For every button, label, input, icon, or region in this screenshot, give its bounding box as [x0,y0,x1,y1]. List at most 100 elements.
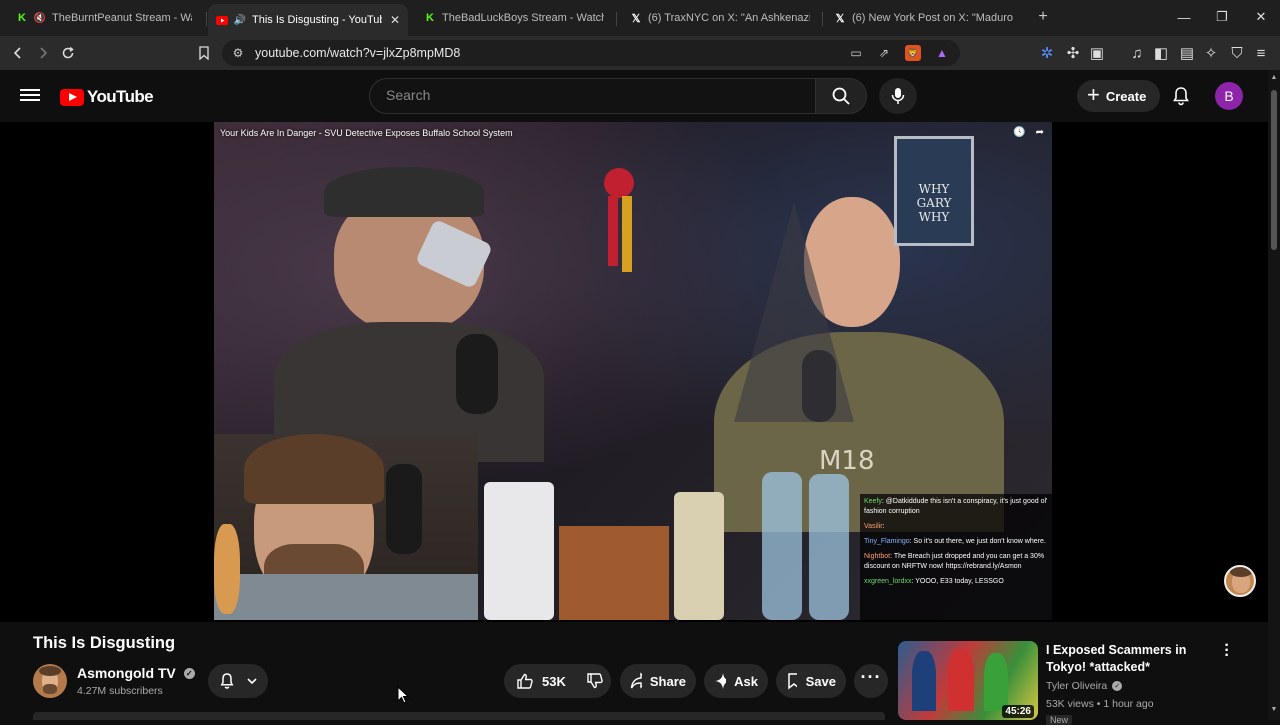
chat-message: xxgreen_lordxx: YOOO, E33 today, LESSGO [864,578,1004,585]
back-icon[interactable] [7,42,29,64]
tab-youtube-active[interactable]: 🔊 This Is Disgusting - YouTube ✕ [208,4,408,36]
sidebar-icon[interactable]: ◧ [1150,42,1172,64]
guide-menu-icon[interactable] [20,86,40,106]
kick-icon: K [18,12,26,24]
description-box[interactable] [33,712,885,720]
extensions-icon[interactable]: ✣ [1062,42,1084,64]
notifications-bell-icon[interactable] [1170,85,1192,107]
tab-theburntpeanut[interactable]: K 🔇 TheBurntPeanut Stream - Watch Live [8,4,200,32]
restore-icon[interactable]: ❐ [1204,0,1240,34]
more-actions-button[interactable]: ··· [854,664,888,698]
youtube-header: YouTube + Create B [0,70,1268,122]
subscribed-notifications-button[interactable] [208,664,268,698]
video-player[interactable]: M18 WHY GARY WHY Your Kids Are In Danger… [214,122,1052,620]
kick-icon: K [426,12,434,24]
minimize-icon[interactable]: — [1166,0,1202,34]
new-tab-button[interactable]: + [1034,8,1052,26]
channel-watermark[interactable] [1224,565,1256,597]
share-icon [630,672,642,689]
browser-toolbar: ⚙ youtube.com/watch?v=jlxZp8mpMD8 ▭ ⇗ 🦁 … [0,36,1280,70]
tab-thebadluckboys[interactable]: K TheBadLuckBoys Stream - Watch Live [416,4,612,32]
youtube-logo[interactable]: YouTube [60,87,154,107]
like-button[interactable]: 53K [516,672,566,690]
stream-chat-overlay: Keefy: @Datkiddude this isn't a conspira… [860,494,1052,620]
tab-nypost[interactable]: 𝕏 (6) New York Post on X: "Maduro Ope [826,4,1022,32]
address-bar[interactable]: ⚙ youtube.com/watch?v=jlxZp8mpMD8 ▭ ⇗ 🦁 … [222,40,960,66]
recommended-channel[interactable]: Tyler Oliveira ✓ [1046,680,1123,692]
verified-icon: ✓ [183,667,195,679]
share-overlay-icon[interactable]: ➦ [1036,127,1044,138]
audio-playing-icon[interactable]: 🔊 [234,14,246,26]
verified-icon: ✓ [1112,681,1123,691]
video-overlay-title: Your Kids Are In Danger - SVU Detective … [220,128,513,138]
scroll-up-icon[interactable]: ▲ [1270,74,1278,81]
thumbs-up-icon [517,673,533,689]
browser-tab-strip: K 🔇 TheBurntPeanut Stream - Watch Live 🔊… [0,0,1280,36]
tab-title: This Is Disgusting - YouTube [252,14,382,26]
chevron-down-icon [247,678,257,685]
chat-message: Nightbot: The Breach just dropped and yo… [864,553,1045,570]
dislike-button[interactable] [586,672,604,690]
close-window-icon[interactable]: ✕ [1243,0,1279,34]
cast-icon[interactable]: ▭ [848,45,864,61]
microphone-icon [891,88,905,104]
create-button[interactable]: + Create [1077,80,1161,112]
bookmark-save-icon [788,673,797,690]
bookmark-icon[interactable] [193,42,215,64]
share-page-icon[interactable]: ⇗ [876,45,892,61]
scrollbar-thumb[interactable] [1271,90,1277,250]
brave-shields-icon[interactable]: 🦁 [905,45,921,61]
more-vertical-icon[interactable]: · · · [1222,638,1232,664]
more-horizontal-icon: ··· [860,666,882,687]
search-icon [832,87,850,105]
tab-title: (6) New York Post on X: "Maduro Ope [852,12,1014,24]
shield-icon[interactable]: ⛉ [1226,42,1248,64]
recommended-video-title[interactable]: I Exposed Scammers in Tokyo! *attacked* [1046,642,1216,676]
menu-icon[interactable]: ≡ [1250,42,1272,64]
share-button[interactable]: Share [620,664,696,698]
wallet-card-icon[interactable]: ▤ [1176,42,1198,64]
voice-search-button[interactable] [879,78,917,114]
bell-icon [220,673,234,689]
reload-icon[interactable] [57,42,79,64]
brave-rewards-icon[interactable]: ▲ [934,45,950,61]
search-box[interactable] [369,78,816,114]
media-icon[interactable]: ♫ [1126,42,1148,64]
mouse-cursor-icon [397,686,409,704]
poster-text: WHY GARY WHY [916,182,952,224]
tab-title: (6) TraxNYC on X: "An Ashkenazi less [648,12,810,24]
tab-title: TheBurntPeanut Stream - Watch Live [52,12,192,24]
site-settings-icon[interactable]: ⚙ [230,45,246,61]
forward-icon[interactable] [32,42,54,64]
recommended-video-thumbnail[interactable]: 45:26 [898,641,1038,720]
account-avatar[interactable]: B [1215,82,1243,110]
thumbs-down-icon [587,673,603,689]
channel-name[interactable]: Asmongold TV ✓ [77,665,195,681]
share-label: Share [649,673,686,689]
vpn-icon[interactable]: ✲ [1036,42,1058,64]
chat-message: Vasilir: [864,523,885,530]
page-scrollbar[interactable]: ▲ ▼ [1268,70,1280,720]
leo-ai-icon[interactable]: ✧ [1200,42,1222,64]
save-label: Save [805,673,836,689]
ask-label: Ask [734,673,758,689]
tab-traxnyc[interactable]: 𝕏 (6) TraxNYC on X: "An Ashkenazi less [622,4,818,32]
scroll-down-icon[interactable]: ▼ [1270,706,1278,713]
search-input[interactable] [386,87,786,103]
sparkle-icon [715,673,727,689]
watch-later-icon[interactable]: 🕓 [1013,127,1025,138]
logo-text: YouTube [87,87,154,106]
muted-icon[interactable]: 🔇 [34,12,46,24]
like-count: 53K [542,673,566,689]
plus-icon: + [1087,82,1100,107]
save-button[interactable]: Save [776,664,846,698]
url-text[interactable]: youtube.com/watch?v=jlxZp8mpMD8 [255,46,460,60]
search-button[interactable] [815,78,867,114]
like-dislike-group: 53K [504,664,611,698]
ask-button[interactable]: Ask [704,664,768,698]
close-tab-icon[interactable]: ✕ [390,13,400,27]
channel-avatar[interactable] [33,664,67,698]
tab-title: TheBadLuckBoys Stream - Watch Live [442,12,604,24]
youtube-icon [216,14,228,26]
wallet-icon[interactable]: ▣ [1086,42,1108,64]
